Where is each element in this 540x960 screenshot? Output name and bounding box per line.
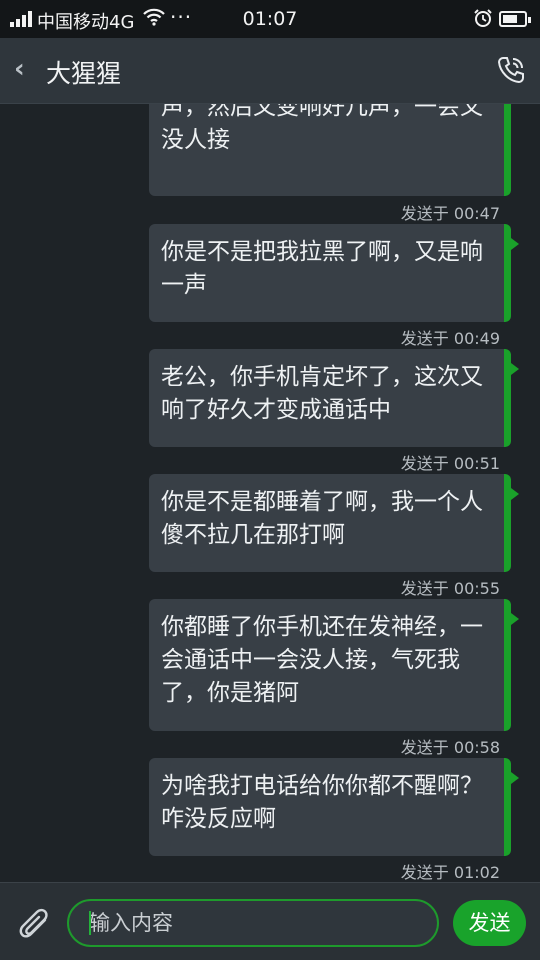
paperclip-icon[interactable] xyxy=(14,901,52,945)
phone-call-icon[interactable] xyxy=(496,55,526,89)
status-bar: 中国移动4G ··· 01:07 xyxy=(0,0,540,38)
chat-header: ‹ 大猩猩 xyxy=(0,38,540,104)
message-bubble[interactable]: 你是不是都睡着了啊，我一个人傻不拉几在那打啊 xyxy=(149,474,519,572)
message-input-placeholder: 输入内容 xyxy=(89,911,173,935)
chat-screen: 中国移动4G ··· 01:07 ‹ 大猩猩 声，然后又变响好几声，一会又没人接… xyxy=(0,0,540,960)
send-button[interactable]: 发送 xyxy=(453,900,526,946)
message-timestamp: 发送于 00:51 xyxy=(400,454,500,473)
back-arrow-icon[interactable]: ‹ xyxy=(14,54,25,84)
message-text: 你是不是都睡着了啊，我一个人傻不拉几在那打啊 xyxy=(161,489,483,548)
message-text: 为啥我打电话给你你都不醒啊？咋没反应啊 xyxy=(161,773,483,832)
status-time: 01:07 xyxy=(242,8,298,30)
message-text: 你是不是把我拉黑了啊，又是响一声 xyxy=(161,239,483,298)
message-bubble[interactable]: 为啥我打电话给你你都不醒啊？咋没反应啊 xyxy=(149,758,519,856)
message-input[interactable]: 输入内容 xyxy=(67,899,439,947)
alarm-clock-icon xyxy=(473,8,493,33)
message-list[interactable]: 老公，你手机有问题，一会响一声，然后又变响好几声，一会又没人接 发送于 00:4… xyxy=(0,104,540,882)
text-caret xyxy=(89,911,91,935)
message-text: 老公，你手机有问题，一会响一声，然后又变响好几声，一会又没人接 xyxy=(161,104,483,153)
message-timestamp: 发送于 00:55 xyxy=(400,579,500,598)
contact-name: 大猩猩 xyxy=(46,59,122,88)
battery-icon xyxy=(499,11,531,27)
message-timestamp: 发送于 00:49 xyxy=(400,329,500,348)
message-text: 你都睡了你手机还在发神经，一会通话中一会没人接，气死我了，你是猪阿 xyxy=(161,614,483,706)
message-timestamp: 发送于 01:02 xyxy=(400,863,500,882)
message-timestamp: 发送于 00:47 xyxy=(400,204,500,223)
message-bubble[interactable]: 老公，你手机肯定坏了，这次又响了好久才变成通话中 xyxy=(149,349,519,447)
message-bubble[interactable]: 你都睡了你手机还在发神经，一会通话中一会没人接，气死我了，你是猪阿 xyxy=(149,599,519,731)
message-bubble[interactable]: 你是不是把我拉黑了啊，又是响一声 xyxy=(149,224,519,322)
message-text: 老公，你手机肯定坏了，这次又响了好久才变成通话中 xyxy=(161,364,483,423)
message-bubble[interactable]: 老公，你手机有问题，一会响一声，然后又变响好几声，一会又没人接 xyxy=(149,104,511,196)
input-bar: 输入内容 发送 xyxy=(0,882,540,960)
message-timestamp: 发送于 00:58 xyxy=(400,738,500,757)
